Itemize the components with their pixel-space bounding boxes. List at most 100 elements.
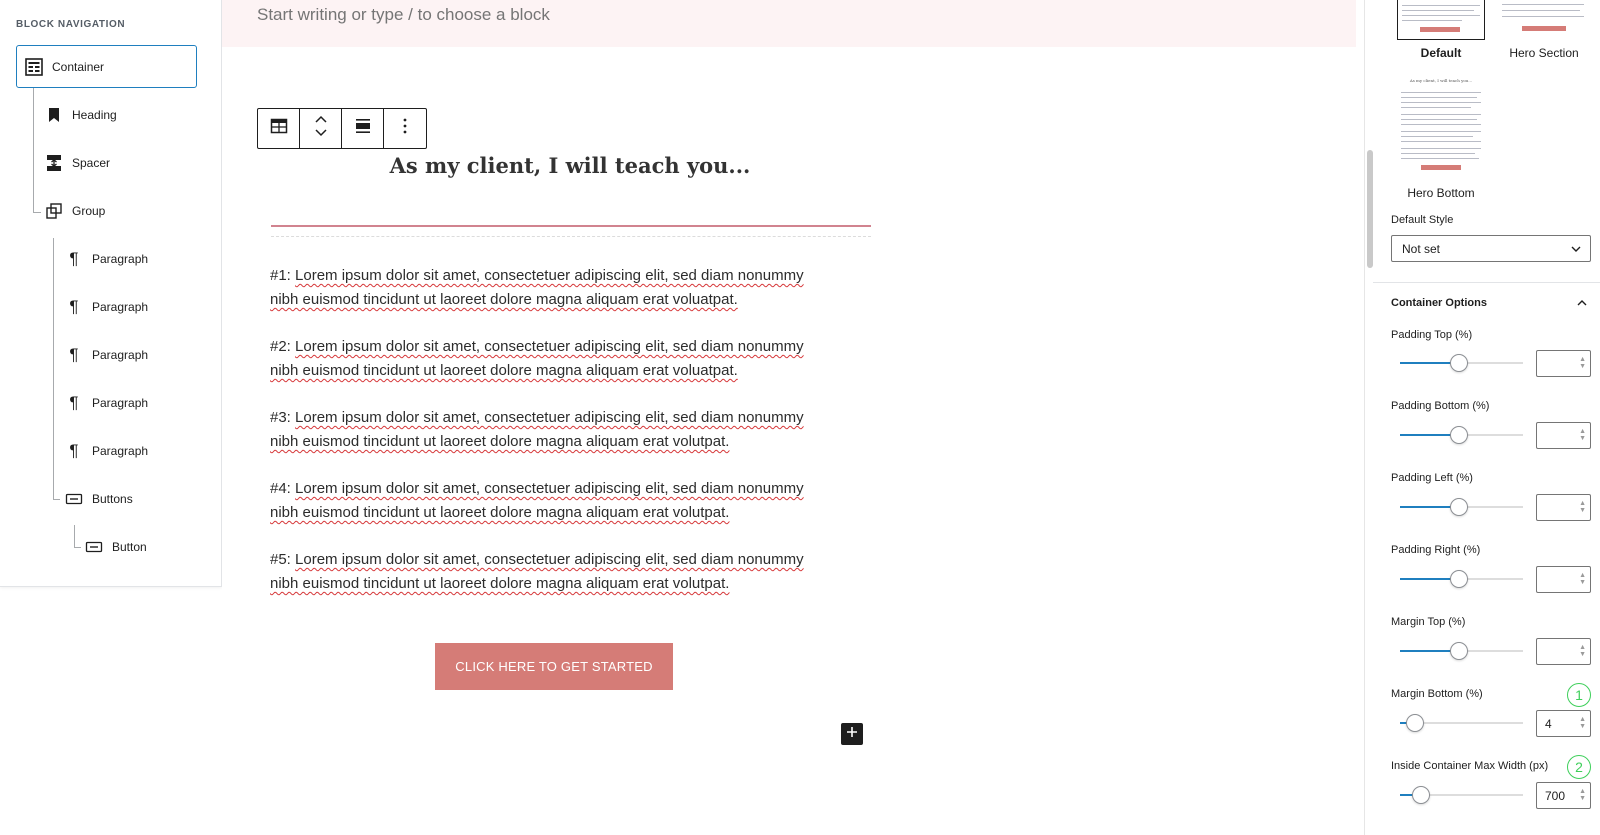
- preview-line: [1401, 107, 1471, 108]
- paragraph-number: #1:: [270, 267, 291, 284]
- slider-thumb[interactable]: [1450, 426, 1468, 444]
- default-style-select[interactable]: Not set: [1391, 235, 1591, 262]
- paragraph-text: Lorem ipsum dolor sit amet, consectetuer…: [295, 338, 804, 355]
- pilcrow-icon: ¶: [69, 249, 79, 268]
- slider-thumb[interactable]: [1406, 714, 1424, 732]
- paragraph-placeholder-block[interactable]: Start writing or type / to choose a bloc…: [222, 0, 1356, 47]
- tree-line: [74, 547, 81, 548]
- nav-item-buttons[interactable]: Buttons: [64, 479, 133, 519]
- cta-button[interactable]: CLICK HERE TO GET STARTED: [435, 643, 673, 690]
- spinner-icon[interactable]: ▲ ▼: [1579, 716, 1586, 730]
- pilcrow-icon: ¶: [69, 441, 79, 460]
- editor-scrollbar[interactable]: [1364, 0, 1372, 835]
- pilcrow-icon: ¶: [69, 345, 79, 364]
- chevron-up-icon[interactable]: [1576, 296, 1588, 314]
- preview-button: [1421, 165, 1461, 170]
- padding-left-input[interactable]: ▲ ▼: [1536, 494, 1591, 521]
- tree-line: [53, 499, 60, 500]
- slider-thumb[interactable]: [1450, 354, 1468, 372]
- step-badge: 1: [1567, 683, 1591, 707]
- inside-container-max-width-input[interactable]: 700 ▲ ▼: [1536, 782, 1591, 809]
- style-option-hero-bottom[interactable]: As my client, I will teach you...: [1397, 76, 1485, 176]
- nav-item-group[interactable]: Group: [44, 191, 105, 231]
- margin-top-slider[interactable]: [1400, 642, 1523, 660]
- spinner-icon[interactable]: ▲ ▼: [1579, 572, 1586, 586]
- nav-item-paragraph[interactable]: ¶ Paragraph: [64, 287, 148, 327]
- container-options-title[interactable]: Container Options: [1391, 297, 1487, 309]
- slider-thumb[interactable]: [1412, 786, 1430, 804]
- slider-thumb[interactable]: [1450, 498, 1468, 516]
- preview-line: [1401, 148, 1481, 149]
- nav-item-button[interactable]: Button: [84, 527, 147, 567]
- paragraph-line: #4: Lorem ipsum dolor sit amet, consecte…: [270, 477, 870, 501]
- preview-line: [1401, 136, 1473, 137]
- preview-line: [1401, 102, 1481, 103]
- more-options-button[interactable]: [384, 109, 426, 148]
- preview-line: [1402, 10, 1474, 11]
- preview-line: [1401, 131, 1481, 132]
- paragraph-block[interactable]: #1: Lorem ipsum dolor sit amet, consecte…: [270, 264, 870, 312]
- paragraph-number: #2:: [270, 338, 291, 355]
- nav-item-label: Buttons: [92, 492, 133, 506]
- align-button[interactable]: [342, 109, 384, 148]
- margin-bottom-label: Margin Bottom (%): [1391, 688, 1483, 700]
- input-value: 4: [1545, 716, 1552, 731]
- paragraph-block[interactable]: #4: Lorem ipsum dolor sit amet, consecte…: [270, 477, 870, 525]
- heading-block[interactable]: As my client, I will teach you...: [270, 153, 870, 178]
- nav-item-spacer[interactable]: Spacer: [44, 143, 110, 183]
- nav-item-container[interactable]: Container: [16, 45, 197, 88]
- paragraph-text: nibh euismod tincidunt ut laoreet dolore…: [270, 433, 730, 450]
- block-type-button[interactable]: [258, 109, 300, 148]
- panel-divider: [1373, 282, 1600, 283]
- move-block-button[interactable]: [300, 109, 342, 148]
- tree-line: [53, 238, 54, 500]
- spinner-icon[interactable]: ▲ ▼: [1579, 644, 1586, 658]
- preview-line: [1402, 5, 1480, 6]
- padding-bottom-slider[interactable]: [1400, 426, 1523, 444]
- nav-item-label: Spacer: [72, 156, 111, 170]
- spinner-icon[interactable]: ▲ ▼: [1579, 356, 1586, 370]
- preview-line: [1401, 114, 1481, 115]
- nav-item-label: Paragraph: [92, 396, 149, 410]
- nav-item-paragraph[interactable]: ¶ Paragraph: [64, 335, 148, 375]
- spinner-icon[interactable]: ▲ ▼: [1579, 500, 1586, 514]
- paragraph-block[interactable]: #2: Lorem ipsum dolor sit amet, consecte…: [270, 335, 870, 383]
- slider-thumb[interactable]: [1450, 570, 1468, 588]
- slider-thumb[interactable]: [1450, 642, 1468, 660]
- button-icon: [84, 537, 104, 557]
- nav-item-paragraph[interactable]: ¶ Paragraph: [64, 431, 148, 471]
- separator-line: [271, 225, 871, 227]
- container-icon: [24, 57, 44, 77]
- tree-line: [74, 525, 75, 547]
- margin-bottom-input[interactable]: 4 ▲ ▼: [1536, 710, 1591, 737]
- padding-top-input[interactable]: ▲ ▼: [1536, 350, 1591, 377]
- inside-container-max-width-slider[interactable]: [1400, 786, 1523, 804]
- style-option-hero-section[interactable]: [1498, 0, 1590, 40]
- nav-item-paragraph[interactable]: ¶ Paragraph: [64, 383, 148, 423]
- margin-top-input[interactable]: ▲ ▼: [1536, 638, 1591, 665]
- paragraph-block[interactable]: #5: Lorem ipsum dolor sit amet, consecte…: [270, 548, 870, 596]
- padding-right-slider[interactable]: [1400, 570, 1523, 588]
- plus-icon: [846, 725, 858, 743]
- padding-left-slider[interactable]: [1400, 498, 1523, 516]
- paragraph-line: nibh euismod tincidunt ut laoreet dolore…: [270, 288, 870, 312]
- separator-block[interactable]: [271, 217, 871, 237]
- style-option-default[interactable]: [1397, 0, 1485, 40]
- tree-line: [33, 88, 34, 213]
- paragraph-text: nibh euismod tincidunt ut laoreet dolore…: [270, 291, 738, 308]
- paragraph-number: #4:: [270, 480, 291, 497]
- placeholder-text: Start writing or type / to choose a bloc…: [257, 5, 550, 24]
- nav-item-paragraph[interactable]: ¶ Paragraph: [64, 239, 148, 279]
- paragraph-block[interactable]: #3: Lorem ipsum dolor sit amet, consecte…: [270, 406, 870, 454]
- preview-line: [1502, 10, 1580, 11]
- group-icon: [44, 201, 64, 221]
- padding-right-input[interactable]: ▲ ▼: [1536, 566, 1591, 593]
- padding-top-slider[interactable]: [1400, 354, 1523, 372]
- add-block-button[interactable]: [841, 723, 863, 745]
- margin-bottom-slider[interactable]: [1400, 714, 1523, 732]
- spinner-icon[interactable]: ▲ ▼: [1579, 788, 1586, 802]
- table-icon: [270, 118, 288, 139]
- spinner-icon[interactable]: ▲ ▼: [1579, 428, 1586, 442]
- padding-bottom-input[interactable]: ▲ ▼: [1536, 422, 1591, 449]
- nav-item-heading[interactable]: Heading: [44, 95, 117, 135]
